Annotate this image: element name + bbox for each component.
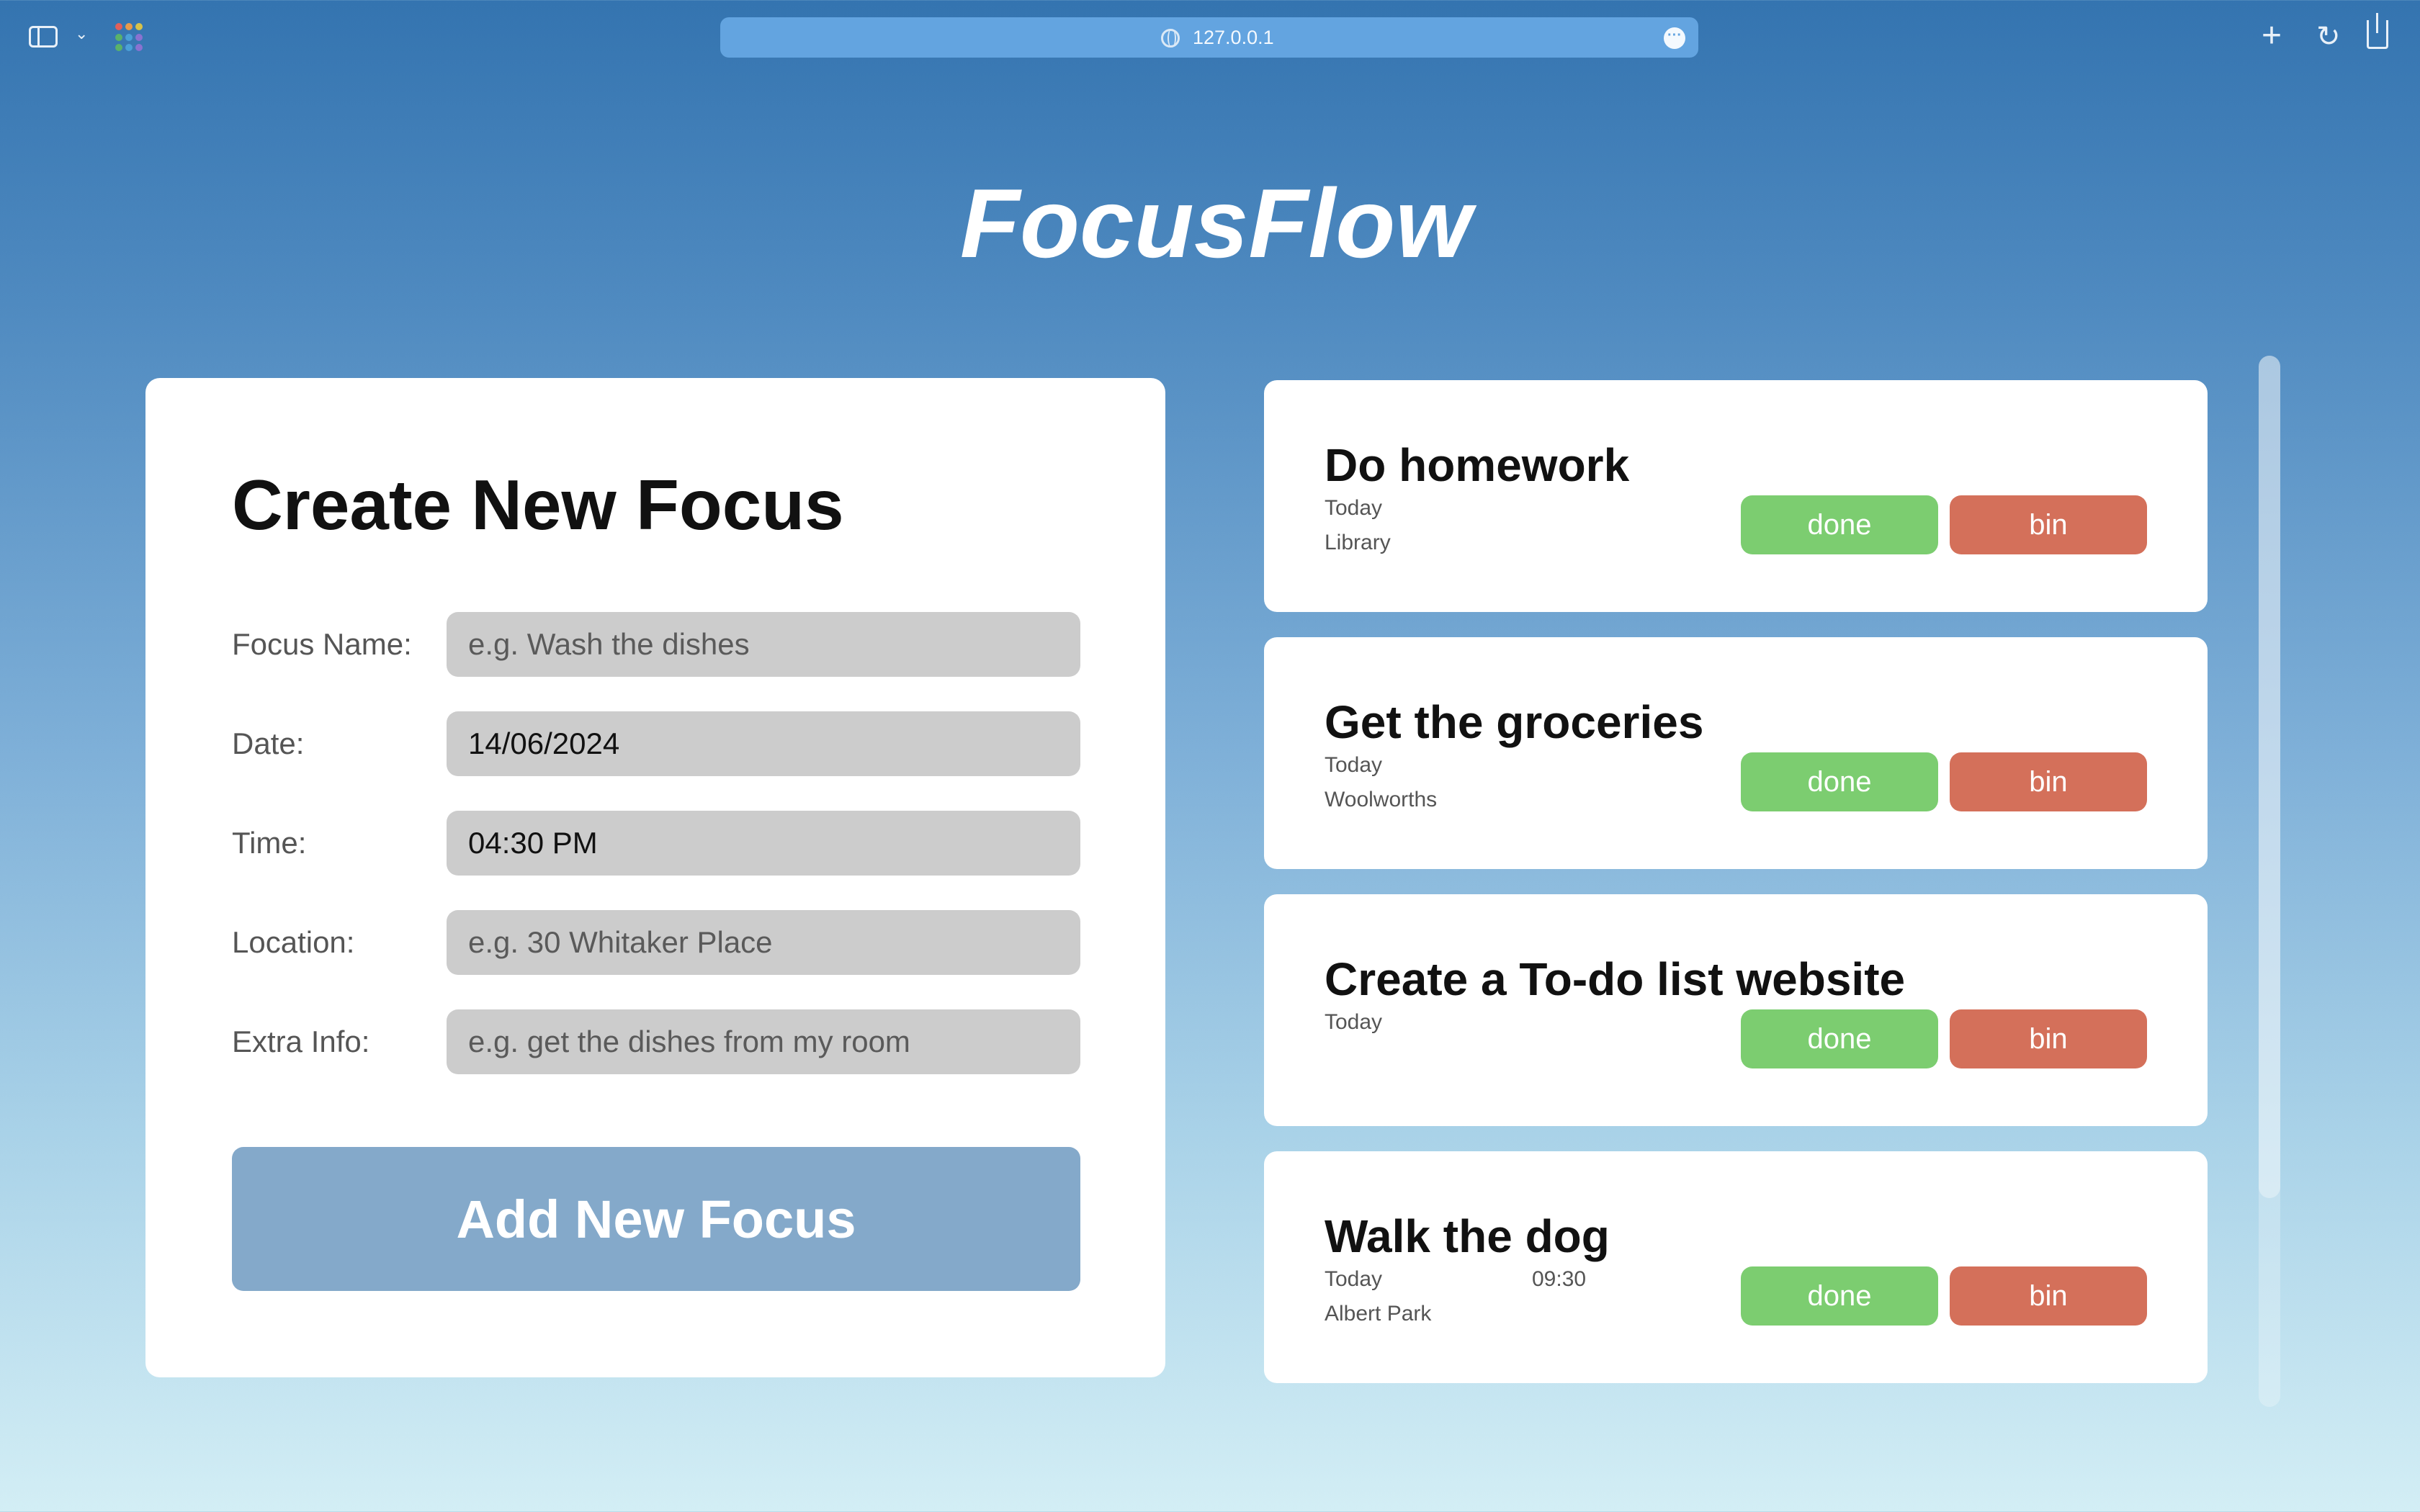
new-tab-icon[interactable]: +: [2262, 17, 2282, 55]
bin-button[interactable]: bin: [1950, 1266, 2147, 1326]
create-focus-card: Create New Focus Focus Name: Date: Time:…: [145, 378, 1165, 1377]
browser-toolbar: ⌄ 127.0.0.1 ··· + ↻: [0, 0, 2420, 72]
time-label: Time:: [232, 826, 307, 860]
task-time: 09:30: [1532, 1267, 1587, 1291]
add-new-focus-button[interactable]: Add New Focus: [232, 1147, 1080, 1291]
extra-info-label: Extra Info:: [232, 1025, 370, 1058]
share-icon[interactable]: [2367, 13, 2388, 49]
task-card: Do homework Today Library done bin: [1264, 380, 2208, 612]
task-date: Today: [1325, 753, 1383, 777]
focus-name-label: Focus Name:: [232, 627, 412, 661]
chevron-down-icon[interactable]: ⌄: [75, 26, 91, 42]
date-input[interactable]: [447, 711, 1080, 776]
done-button[interactable]: done: [1741, 1266, 1938, 1326]
done-button[interactable]: done: [1741, 495, 1938, 554]
task-date: Today: [1325, 1267, 1383, 1291]
focus-name-input[interactable]: [447, 612, 1080, 677]
task-title: Walk the dog: [1325, 1210, 1610, 1262]
task-card: Create a To-do list website Today done b…: [1264, 894, 2208, 1126]
task-location: Library: [1325, 531, 1391, 554]
done-button[interactable]: done: [1741, 752, 1938, 811]
focus-list: Do homework Today Library done bin Get t…: [1264, 380, 2209, 1388]
address-bar[interactable]: 127.0.0.1 ···: [720, 17, 1698, 58]
focus-name-row: Focus Name:: [232, 612, 1080, 677]
task-title: Do homework: [1325, 439, 1630, 491]
task-title: Create a To-do list website: [1325, 953, 1906, 1005]
scrollbar-thumb[interactable]: [2259, 356, 2280, 1198]
bin-button[interactable]: bin: [1950, 495, 2147, 554]
time-input[interactable]: [447, 811, 1080, 876]
app-title: FocusFlow: [959, 168, 1472, 278]
sidebar-toggle-icon[interactable]: [29, 26, 58, 48]
extra-info-input[interactable]: [447, 1009, 1080, 1074]
task-date: Today: [1325, 496, 1383, 520]
task-card: Walk the dog Today 09:30 Albert Park don…: [1264, 1151, 2208, 1383]
reload-icon[interactable]: ↻: [2316, 19, 2341, 55]
more-options-icon[interactable]: ···: [1664, 27, 1685, 49]
task-date: Today: [1325, 1010, 1383, 1034]
location-row: Location:: [232, 910, 1080, 975]
date-row: Date:: [232, 711, 1080, 776]
location-input[interactable]: [447, 910, 1080, 975]
globe-icon: [1161, 29, 1180, 48]
bin-button[interactable]: bin: [1950, 1009, 2147, 1068]
bin-button[interactable]: bin: [1950, 752, 2147, 811]
extra-info-row: Extra Info:: [232, 1009, 1080, 1074]
task-location: Albert Park: [1325, 1302, 1432, 1326]
task-card: Get the groceries Today Woolworths done …: [1264, 637, 2208, 869]
location-label: Location:: [232, 925, 355, 959]
task-title: Get the groceries: [1325, 696, 1704, 748]
time-row: Time:: [232, 811, 1080, 876]
date-label: Date:: [232, 726, 305, 760]
task-location: Woolworths: [1325, 788, 1438, 811]
list-scrollbar[interactable]: [2259, 356, 2280, 1407]
tab-overview-icon[interactable]: [115, 23, 144, 52]
form-heading: Create New Focus: [232, 465, 844, 544]
done-button[interactable]: done: [1741, 1009, 1938, 1068]
url-text: 127.0.0.1: [1193, 27, 1274, 48]
